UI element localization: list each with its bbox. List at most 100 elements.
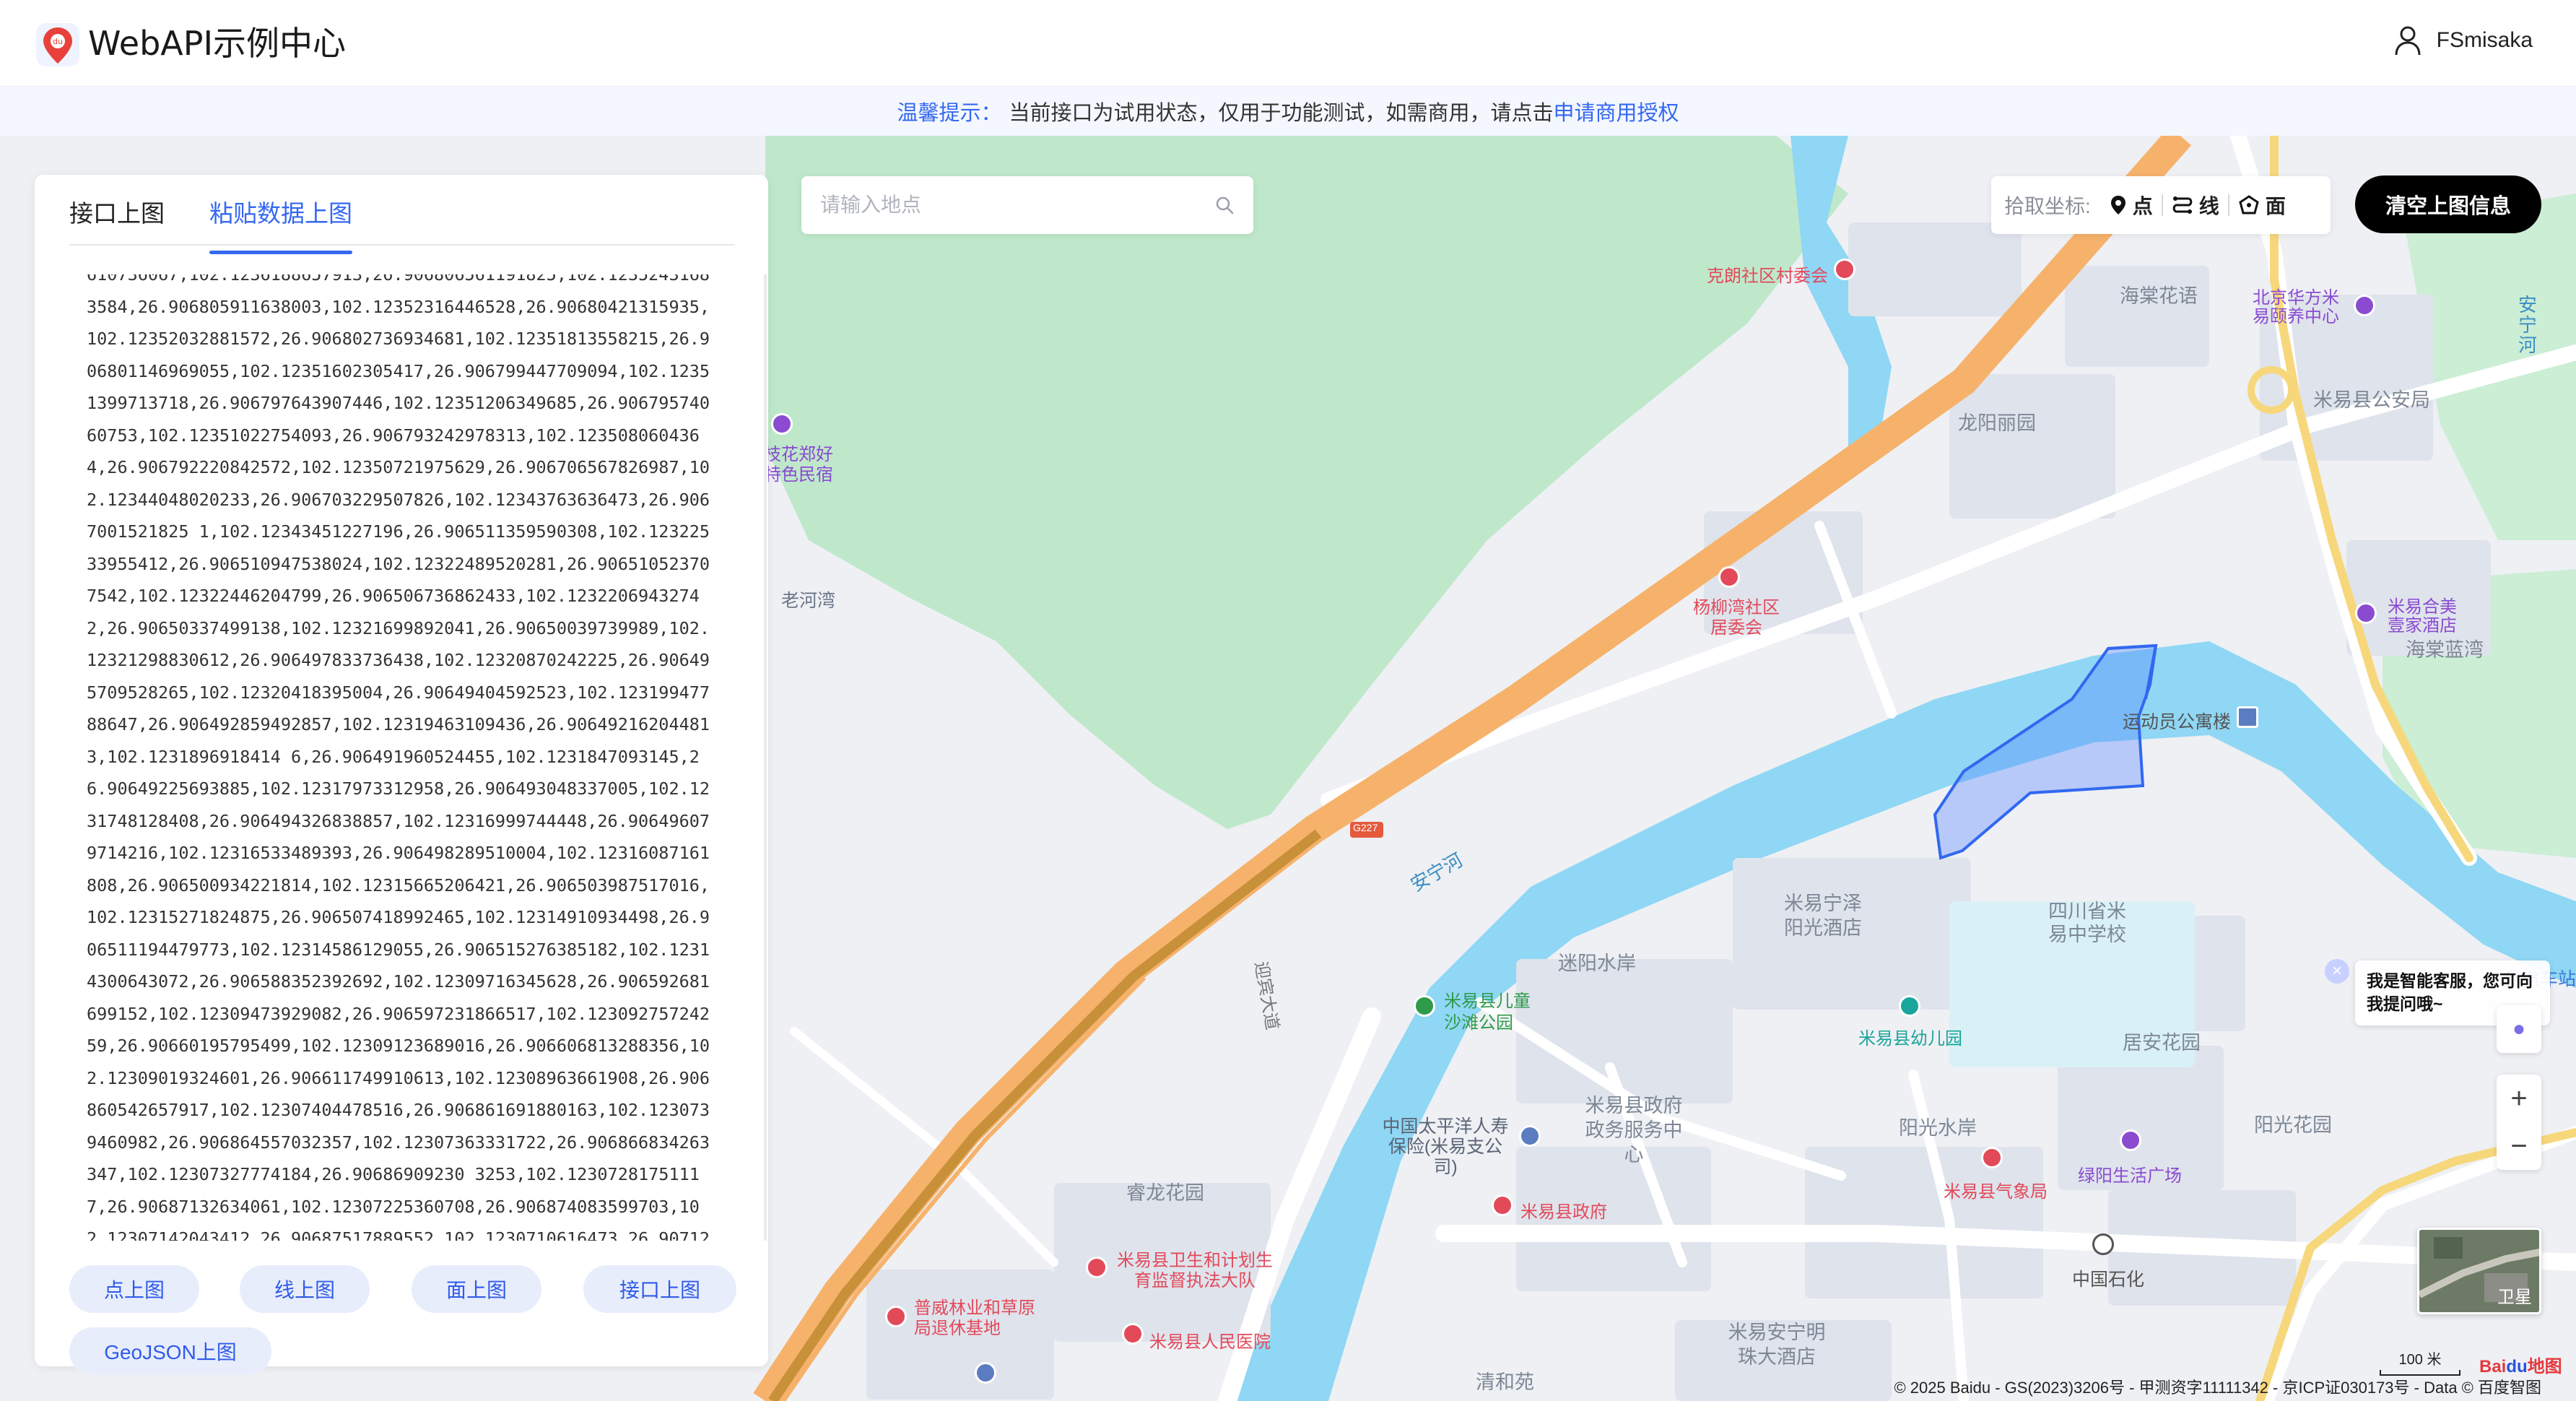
map-copyright: © 2025 Baidu - GS(2023)3206号 - 甲测资字11111… <box>1894 1379 2541 1397</box>
baidu-logo-bai: Bai <box>2479 1357 2507 1376</box>
api-upload-button[interactable]: 接口上图 <box>583 1265 736 1313</box>
paste-content: 610736067,102.1236188657913,26.906806561… <box>87 274 710 1241</box>
label-youeryuan[interactable]: 米易县幼儿园 <box>1858 1024 1962 1049</box>
label-qixiang[interactable]: 米易县气象局 <box>1944 1177 2048 1202</box>
picker-label: 拾取坐标: <box>2004 195 2091 217</box>
polygon-icon <box>2239 195 2259 214</box>
baidu-map-logo-icon[interactable]: du <box>35 22 81 68</box>
poi-pin-icon[interactable] <box>2120 1129 2141 1151</box>
pick-point-button[interactable]: 点 <box>2101 191 2162 220</box>
tab-paste-upload[interactable]: 粘贴数据上图 <box>209 189 352 254</box>
satellite-label: 卫星 <box>2497 1288 2532 1307</box>
search-input[interactable] <box>820 194 1214 217</box>
label-zhengfu[interactable]: 米易县政府 <box>1520 1197 1607 1223</box>
brand-title: WebAPI示例中心 <box>88 24 347 63</box>
zoom-control: + − <box>2497 1075 2541 1170</box>
label-yangguang-shuian[interactable]: 阳光水岸 <box>1899 1112 1977 1140</box>
tab-divider <box>69 244 735 246</box>
pick-line-button[interactable]: 线 <box>2163 191 2228 220</box>
label-laohewan: 老河湾 <box>781 591 836 611</box>
poi-pin-icon[interactable] <box>1122 1323 1144 1345</box>
close-icon[interactable]: × <box>2325 959 2349 984</box>
zoom-out-button[interactable]: − <box>2497 1122 2541 1170</box>
tab-api-upload[interactable]: 接口上图 <box>69 189 165 247</box>
label-puwei[interactable]: 普威林业和草原局退休基地 <box>914 1298 1037 1339</box>
paste-textarea[interactable]: 610736067,102.1236188657913,26.906806561… <box>69 274 767 1241</box>
line-upload-button[interactable]: 线上图 <box>240 1265 370 1313</box>
user-icon <box>2395 26 2421 56</box>
label-lvyang[interactable]: 绿阳生活广场 <box>2078 1161 2182 1187</box>
poi-pin-icon[interactable] <box>1834 259 1855 280</box>
poi-pin-icon[interactable] <box>2092 1233 2114 1255</box>
label-yundongyuan[interactable]: 运动员公寓楼 <box>2123 708 2231 734</box>
label-ruilong[interactable]: 睿龙花园 <box>1126 1177 1204 1205</box>
label-kelang[interactable]: 克朗社区村委会 <box>1707 261 1828 287</box>
poi-pin-icon[interactable] <box>2355 602 2377 624</box>
label-longyang[interactable]: 龙阳丽园 <box>1958 407 2036 435</box>
label-mingtian[interactable]: 米易安宁明珠大酒店 <box>1723 1320 1831 1369</box>
poi-pin-icon[interactable] <box>771 413 793 435</box>
page-root: { "header": { "brand": "WebAPI示例中心", "us… <box>0 0 2576 1401</box>
label-juan[interactable]: 居安花园 <box>2123 1027 2201 1055</box>
coordinate-picker: 拾取坐标: 点 线 面 <box>1991 176 2331 234</box>
geojson-upload-button[interactable]: GeoJSON上图 <box>69 1327 271 1375</box>
location-pin-icon <box>2110 196 2125 214</box>
poi-pin-icon[interactable] <box>1981 1147 2003 1168</box>
label-yangliuwan[interactable]: 杨柳湾社区居委会 <box>1689 598 1783 638</box>
notice-bar: 温馨提示： 当前接口为试用状态，仅用于功能测试，如需商用，请点击 申请商用授权 <box>0 87 2576 136</box>
label-ertong[interactable]: 米易县儿童沙滩公园 <box>1444 991 1531 1034</box>
label-qinghe[interactable]: 清和苑 <box>1476 1366 1534 1395</box>
poi-pin-icon[interactable] <box>2354 295 2375 316</box>
notice-text: 当前接口为试用状态，仅用于功能测试，如需商用，请点击 <box>1009 102 1554 125</box>
user-menu[interactable]: FSmisaka <box>2393 25 2533 56</box>
notice-label: 温馨提示： <box>897 102 1002 125</box>
label-ningze[interactable]: 米易宁泽阳光酒店 <box>1776 891 1870 940</box>
place-search <box>801 176 1253 234</box>
label-yangguang-huayuan[interactable]: 阳光花园 <box>2254 1109 2332 1137</box>
label-minsu[interactable]: 枝花郑好特色民宿 <box>764 445 843 485</box>
baidu-logo-map: 地图 <box>2527 1357 2562 1376</box>
label-zhengfu-center[interactable]: 米易县政府政务服务中心 <box>1580 1093 1688 1167</box>
label-hemei[interactable]: 米易合美壹家酒店 <box>2383 598 2462 636</box>
clear-map-button[interactable]: 清空上图信息 <box>2355 175 2541 233</box>
label-anning-right: 安宁河 <box>2518 294 2538 356</box>
polygon-upload-button[interactable]: 面上图 <box>412 1265 541 1313</box>
label-taiping[interactable]: 中国太平洋人寿保险(米易支公司) <box>1380 1116 1510 1177</box>
apply-license-link[interactable]: 申请商用授权 <box>1554 96 1679 126</box>
pick-point-label: 点 <box>2132 195 2153 217</box>
poi-pin-icon[interactable] <box>1519 1125 1541 1147</box>
svg-text:du: du <box>53 37 63 46</box>
search-icon[interactable] <box>1214 195 1235 215</box>
pick-polygon-button[interactable]: 面 <box>2229 191 2294 220</box>
label-haitanglanwan[interactable]: 海棠蓝湾 <box>2406 634 2484 662</box>
label-huafang[interactable]: 北京华方米易颐养中心 <box>2245 289 2346 326</box>
label-zhongshihua[interactable]: 中国石化 <box>2072 1265 2144 1291</box>
label-mieyang[interactable]: 迷阳水岸 <box>1558 947 1636 976</box>
poi-pin-icon[interactable] <box>1414 995 1435 1017</box>
poi-pin-icon[interactable] <box>1492 1194 1513 1216</box>
upload-panel: 接口上图 粘贴数据上图 610736067,102.1236188657913,… <box>35 175 768 1375</box>
satellite-toggle[interactable]: 卫星 <box>2417 1228 2541 1314</box>
poi-pin-icon[interactable] <box>1086 1257 1108 1278</box>
label-gongan[interactable]: 米易县公安局 <box>2313 384 2430 412</box>
chatbot-button[interactable]: ● <box>2497 1005 2541 1053</box>
label-renmin[interactable]: 米易县人民医院 <box>1149 1327 1271 1353</box>
chatbot-icon: ● <box>2512 1017 2526 1041</box>
map-scale: 100 米 <box>2380 1348 2460 1376</box>
label-zhongxue[interactable]: 四川省米易中学校 <box>2040 900 2134 946</box>
label-haitang[interactable]: 海棠花语 <box>2120 280 2198 308</box>
zoom-in-button[interactable]: + <box>2497 1075 2541 1122</box>
polyline-icon <box>2172 196 2193 214</box>
point-upload-button[interactable]: 点上图 <box>69 1265 199 1313</box>
baidu-logo-du: du <box>2506 1357 2528 1376</box>
poi-pin-icon[interactable] <box>885 1306 907 1327</box>
poi-pin-icon[interactable] <box>1718 566 1740 588</box>
poi-pin-icon[interactable] <box>2237 706 2258 728</box>
baidu-map-watermark: Baidu地图 <box>2479 1352 2562 1377</box>
label-weisheng[interactable]: 米易县卫生和计划生育监督执法大队 <box>1112 1251 1278 1291</box>
label-g227: G227 <box>1353 822 1378 833</box>
poi-pin-icon[interactable] <box>975 1362 996 1384</box>
poi-pin-icon[interactable] <box>1899 995 1920 1017</box>
panel-tabs: 接口上图 粘贴数据上图 <box>69 189 352 254</box>
username: FSmisaka <box>2436 28 2533 52</box>
